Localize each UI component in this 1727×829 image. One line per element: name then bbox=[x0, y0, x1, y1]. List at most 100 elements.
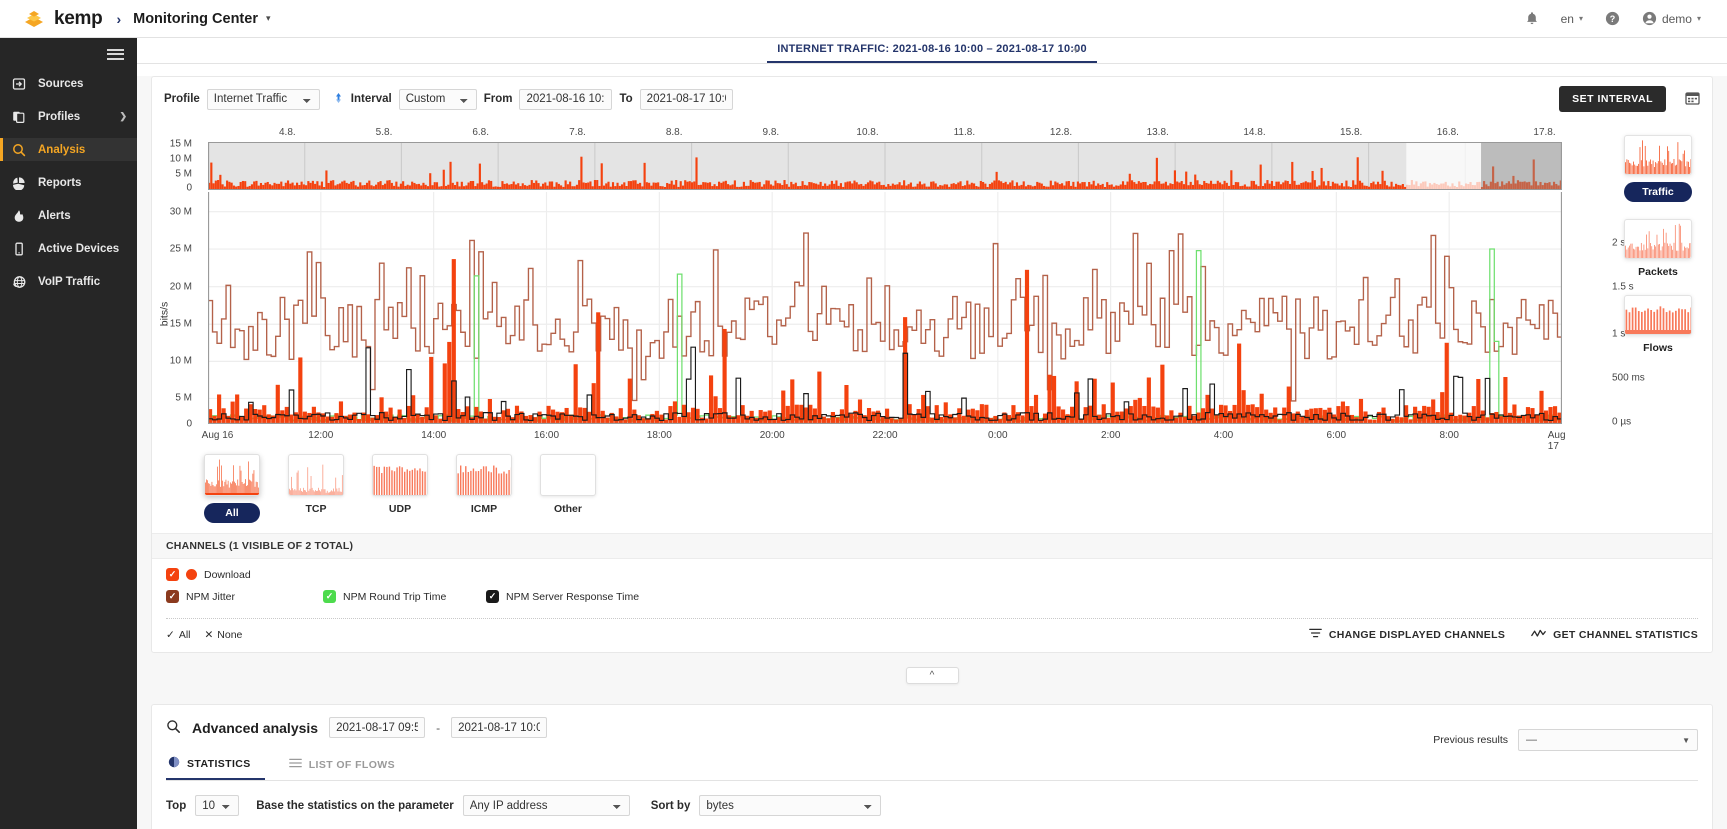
x-tick: 6:00 bbox=[1327, 430, 1346, 441]
interval-select[interactable]: Custom bbox=[399, 89, 477, 110]
y2-tick: 500 ms bbox=[1612, 372, 1645, 383]
flame-icon bbox=[11, 208, 27, 224]
page-title-chevron-down-icon[interactable]: ▾ bbox=[266, 13, 271, 24]
channel-npm-round-trip-time[interactable]: ✓ NPM Round Trip Time bbox=[323, 590, 486, 603]
select-all-channels-button[interactable]: ✓ All bbox=[166, 629, 190, 641]
main-x-axis: Aug 1612:0014:0016:0018:0020:0022:000:00… bbox=[208, 430, 1562, 444]
to-input[interactable] bbox=[640, 89, 733, 110]
y-tick: 10 M bbox=[170, 356, 192, 367]
channel-download[interactable]: ✓ Download bbox=[166, 568, 341, 581]
brand[interactable]: kemp bbox=[22, 8, 102, 30]
x-tick: 12:00 bbox=[308, 430, 333, 441]
y-tick: 30 M bbox=[170, 206, 192, 217]
help-icon[interactable]: ? bbox=[1605, 11, 1620, 26]
protocol-label: Other bbox=[540, 503, 596, 515]
channel-label: NPM Server Response Time bbox=[506, 591, 639, 603]
sidebar-item-voip-traffic[interactable]: VoIP Traffic bbox=[0, 270, 137, 293]
sidebar-item-label: Analysis bbox=[38, 144, 85, 156]
sidebar-item-analysis[interactable]: Analysis bbox=[0, 138, 137, 161]
tab-internet-traffic[interactable]: INTERNET TRAFFIC: 2021-08-16 10:00 – 202… bbox=[767, 43, 1097, 63]
main-chart[interactable]: 30 M 25 M 20 M 15 M 10 M 5 M 0 bits/s 2 … bbox=[208, 192, 1562, 424]
advanced-analysis-title: Advanced analysis bbox=[192, 720, 318, 736]
svg-text:?: ? bbox=[1610, 14, 1616, 24]
advanced-range-from-input[interactable] bbox=[329, 717, 425, 738]
thumbnail-flows[interactable]: Flows bbox=[1618, 295, 1698, 354]
overview-x-tick: 7.8. bbox=[569, 127, 586, 138]
channel-actions: CHANGE DISPLAYED CHANNELS GET CHANNEL ST… bbox=[1309, 628, 1698, 642]
thumbnail-packets[interactable]: Packets bbox=[1618, 219, 1698, 278]
x-tick: Aug 16 bbox=[202, 430, 234, 441]
user-menu[interactable]: demo ▾ bbox=[1642, 11, 1701, 26]
change-displayed-channels-button[interactable]: CHANGE DISPLAYED CHANNELS bbox=[1309, 628, 1505, 642]
overview-x-axis: 4.8.5.8.6.8.7.8.8.8.9.8.10.8.11.8.12.8.1… bbox=[208, 127, 1562, 142]
kemp-logo-icon bbox=[22, 9, 46, 29]
overview-x-tick: 10.8. bbox=[856, 127, 878, 138]
previous-results-label: Previous results bbox=[1433, 734, 1508, 746]
tab-list-of-flows-label: LIST OF FLOWS bbox=[309, 759, 395, 771]
tab-list-of-flows[interactable]: LIST OF FLOWS bbox=[287, 750, 409, 780]
protocol-other[interactable]: Other bbox=[540, 454, 596, 523]
overview-x-tick: 6.8. bbox=[472, 127, 489, 138]
overview-y-tick: 5 M bbox=[175, 169, 192, 180]
channel-checkbox[interactable]: ✓ bbox=[486, 590, 499, 603]
x-tick: 0:00 bbox=[988, 430, 1007, 441]
tab-statistics-label: STATISTICS bbox=[187, 758, 251, 770]
select-all-label: All bbox=[179, 629, 191, 641]
overview-chart[interactable]: 15 M 10 M 5 M 0 bbox=[208, 142, 1562, 190]
add-tab-button[interactable]: + bbox=[1072, 42, 1080, 57]
bell-icon[interactable] bbox=[1525, 11, 1539, 26]
protocol-label: All bbox=[204, 503, 260, 523]
pie-chart-icon bbox=[11, 175, 27, 191]
from-input[interactable] bbox=[519, 89, 612, 110]
sort-by-select[interactable]: bytes bbox=[699, 795, 881, 816]
protocol-icmp[interactable]: ICMP bbox=[456, 454, 512, 523]
sidebar-item-label: Profiles bbox=[38, 111, 80, 123]
set-interval-button[interactable]: SET INTERVAL bbox=[1559, 86, 1666, 112]
sidebar-item-reports[interactable]: Reports bbox=[0, 171, 137, 194]
calendar-icon[interactable] bbox=[1685, 91, 1700, 108]
x-tick: 20:00 bbox=[760, 430, 785, 441]
overview-x-tick: 9.8. bbox=[763, 127, 780, 138]
protocol-tcp[interactable]: TCP bbox=[288, 454, 344, 523]
advanced-range-to-input[interactable] bbox=[451, 717, 547, 738]
channel-npm-jitter[interactable]: ✓ NPM Jitter bbox=[166, 590, 323, 603]
protocol-all[interactable]: All bbox=[204, 454, 260, 523]
check-icon: ✓ bbox=[166, 629, 175, 641]
channel-checkbox[interactable]: ✓ bbox=[166, 590, 179, 603]
sidebar-item-active-devices[interactable]: Active Devices bbox=[0, 237, 137, 260]
channel-checkbox[interactable]: ✓ bbox=[166, 568, 179, 581]
collapse-panel-button[interactable]: ^ bbox=[906, 667, 959, 684]
previous-results-select[interactable]: — ▼ bbox=[1518, 729, 1698, 751]
sidebar-item-label: Alerts bbox=[38, 210, 71, 222]
x-tick: Aug 17 bbox=[1548, 430, 1566, 452]
line-chart-icon bbox=[1531, 628, 1546, 642]
tab-statistics[interactable]: STATISTICS bbox=[166, 750, 265, 780]
sidebar-item-profiles[interactable]: Profiles ❯ bbox=[0, 105, 137, 128]
chevron-right-icon: ❯ bbox=[119, 111, 127, 122]
profiles-icon bbox=[11, 109, 27, 125]
range-separator: - bbox=[436, 721, 440, 735]
get-channel-statistics-button[interactable]: GET CHANNEL STATISTICS bbox=[1531, 628, 1698, 642]
language-selector[interactable]: en ▾ bbox=[1561, 12, 1583, 26]
sidebar-item-sources[interactable]: Sources bbox=[0, 72, 137, 95]
protocol-udp[interactable]: UDP bbox=[372, 454, 428, 523]
y-tick: 0 bbox=[186, 419, 192, 430]
channel-label: NPM Round Trip Time bbox=[343, 591, 446, 603]
profile-label: Profile bbox=[164, 93, 200, 105]
profile-select[interactable]: Internet Traffic bbox=[207, 89, 320, 110]
x-tick: 8:00 bbox=[1439, 430, 1458, 441]
select-none-channels-button[interactable]: ✕ None bbox=[204, 629, 242, 641]
top-select[interactable]: 10 bbox=[195, 795, 239, 816]
select-none-label: None bbox=[217, 629, 242, 641]
channel-npm-server-response-time[interactable]: ✓ NPM Server Response Time bbox=[486, 590, 639, 603]
sidebar-item-alerts[interactable]: Alerts bbox=[0, 204, 137, 227]
sources-icon bbox=[11, 76, 27, 92]
y-tick: 5 M bbox=[175, 393, 192, 404]
parameter-select[interactable]: Any IP address bbox=[463, 795, 630, 816]
top-bar-right: en ▾ ? demo ▾ bbox=[1525, 11, 1701, 26]
sidebar-item-label: Active Devices bbox=[38, 243, 119, 255]
thumbnail-traffic[interactable]: Traffic bbox=[1618, 135, 1698, 202]
y-tick: 25 M bbox=[170, 244, 192, 255]
sidebar-toggle-button[interactable] bbox=[0, 38, 137, 64]
channel-checkbox[interactable]: ✓ bbox=[323, 590, 336, 603]
